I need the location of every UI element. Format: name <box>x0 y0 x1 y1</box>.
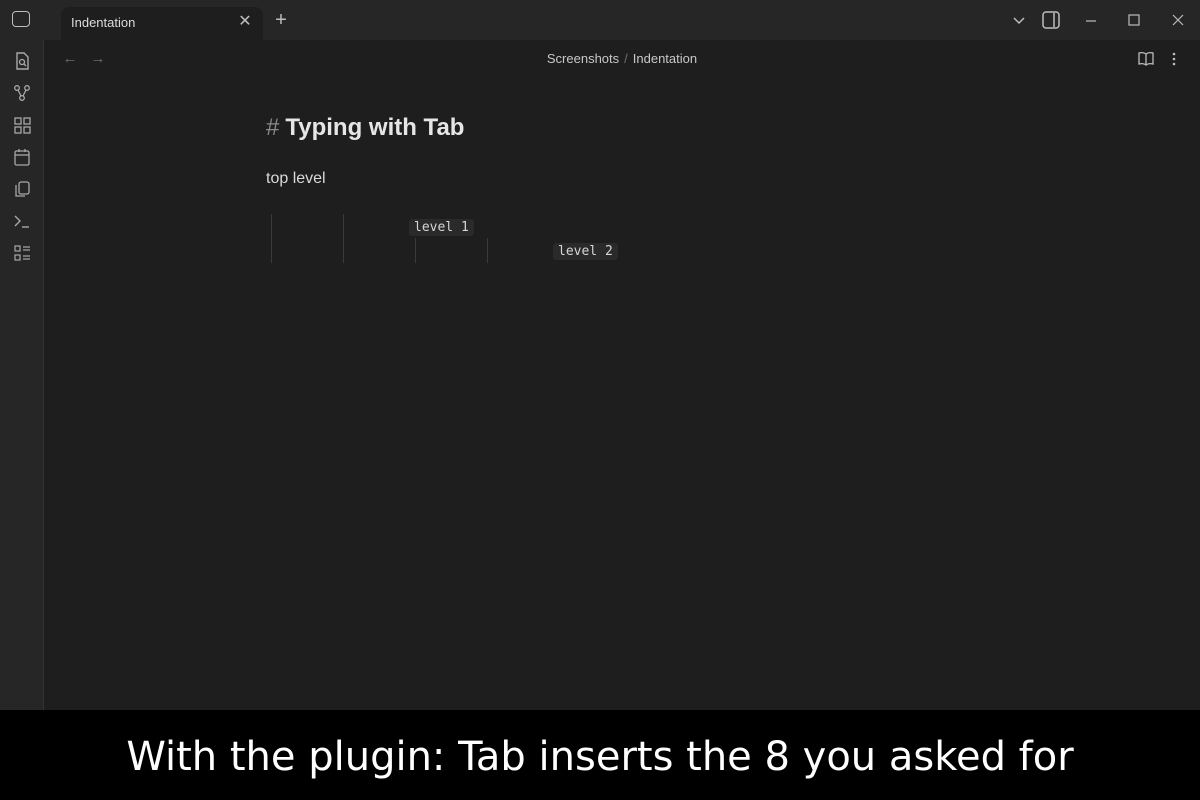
code-level-1: level 1 <box>409 219 474 236</box>
breadcrumb-file[interactable]: Indentation <box>633 51 697 66</box>
heading-marker: # <box>266 114 280 141</box>
more-options-icon[interactable] <box>1164 49 1184 69</box>
indent-guide <box>487 238 488 263</box>
caption-text: With the plugin: Tab inserts the 8 you a… <box>126 734 1074 780</box>
terminal-icon[interactable] <box>12 211 32 231</box>
indent-guide <box>271 214 272 263</box>
indent-guide <box>343 214 344 263</box>
left-ribbon <box>0 40 44 710</box>
sidebar-toggle-icon[interactable] <box>12 11 30 27</box>
view-header: ← → Screenshots / Indentation <box>44 40 1200 78</box>
calendar-icon[interactable] <box>12 147 32 167</box>
code-level-2: level 2 <box>553 243 618 260</box>
file-search-icon[interactable] <box>12 51 32 71</box>
graph-icon[interactable] <box>12 83 32 103</box>
paragraph-top-level: top level <box>266 170 326 187</box>
caption-bar: With the plugin: Tab inserts the 8 you a… <box>0 710 1200 800</box>
tab-title: Indentation <box>71 15 136 30</box>
copy-icon[interactable] <box>12 179 32 199</box>
breadcrumb-folder[interactable]: Screenshots <box>547 51 619 66</box>
tab-indentation[interactable]: Indentation ✕ <box>61 7 263 40</box>
close-icon[interactable]: ✕ <box>235 12 255 32</box>
title-bar: Indentation ✕ + <box>0 0 1200 40</box>
page-heading: # Typing with Tab <box>266 114 464 142</box>
indent-guide <box>415 238 416 263</box>
minimize-icon[interactable] <box>1081 10 1101 30</box>
reading-view-icon[interactable] <box>1136 49 1156 69</box>
breadcrumb-separator: / <box>624 51 628 66</box>
heading-text: Typing with Tab <box>285 114 465 141</box>
list-icon[interactable] <box>12 243 32 263</box>
window-close-icon[interactable] <box>1168 10 1188 30</box>
chevron-down-icon[interactable] <box>1009 10 1029 30</box>
canvas-icon[interactable] <box>12 115 32 135</box>
right-sidebar-toggle-icon[interactable] <box>1041 10 1061 30</box>
editor[interactable]: # Typing with Tab top level level 1 level… <box>44 78 1200 710</box>
breadcrumb: Screenshots / Indentation <box>44 51 1200 66</box>
plus-icon[interactable]: + <box>271 9 291 31</box>
maximize-icon[interactable] <box>1124 10 1144 30</box>
